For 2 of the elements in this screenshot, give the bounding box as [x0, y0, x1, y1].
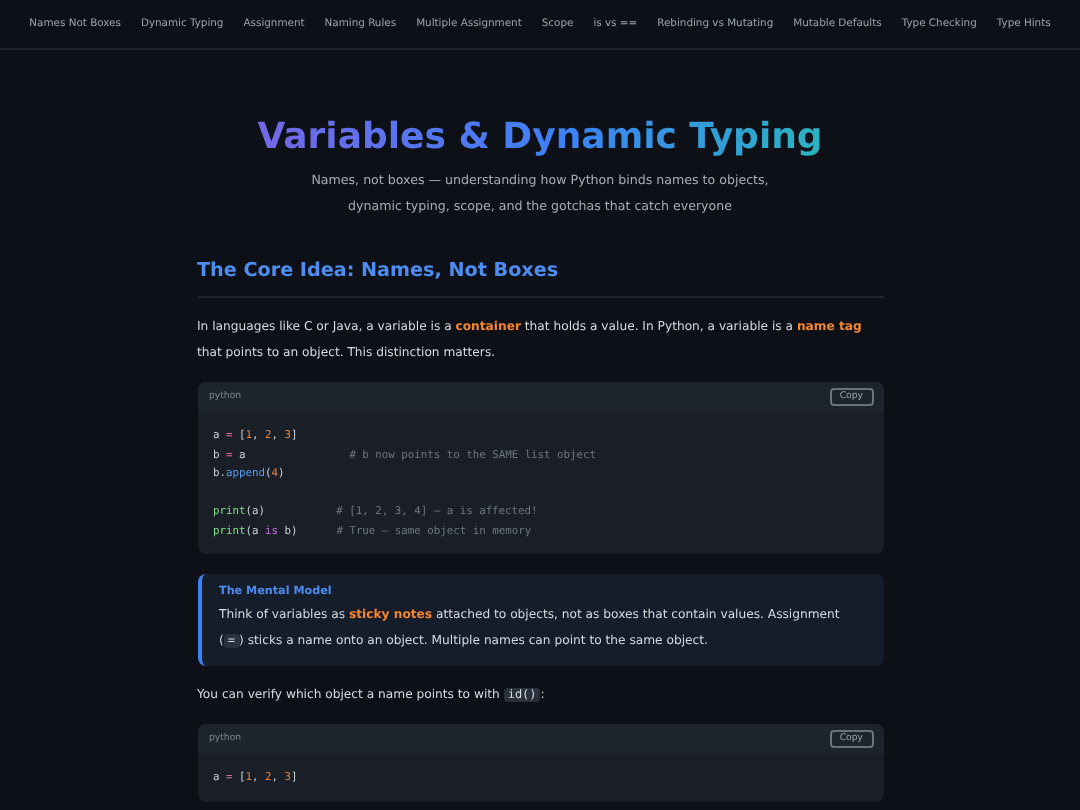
- page-title: Variables & Dynamic Typing: [257, 116, 823, 158]
- section-heading: The Core Idea: Names, Not Boxes: [197, 260, 883, 298]
